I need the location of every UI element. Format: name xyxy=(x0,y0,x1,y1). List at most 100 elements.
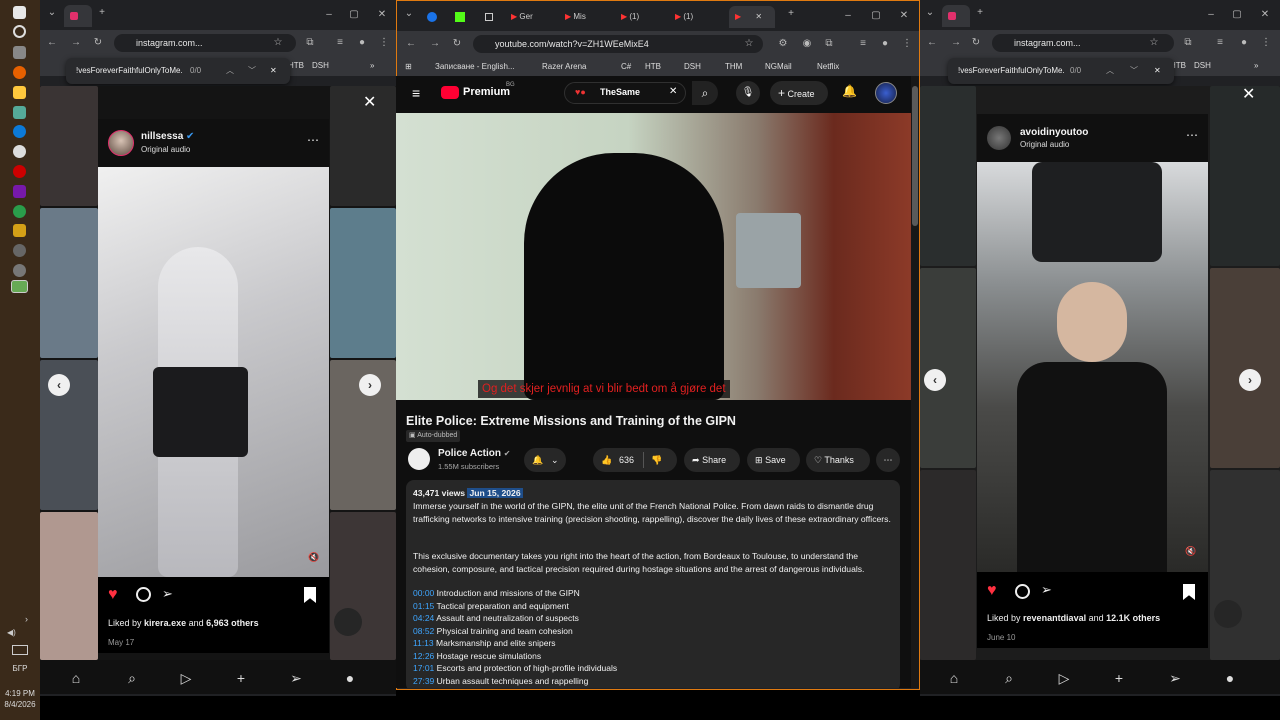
back-icon[interactable]: ← xyxy=(926,37,938,49)
reels-icon[interactable]: ▷ xyxy=(178,670,194,686)
find-close-icon[interactable]: ✕ xyxy=(1154,58,1161,84)
bookmark-item[interactable]: Razer Arena xyxy=(542,61,586,73)
back-icon[interactable]: ← xyxy=(46,37,58,49)
find-input[interactable]: !vesForeverFaithfulOnlyToMe. xyxy=(76,58,183,84)
close-window-icon[interactable]: ✕ xyxy=(375,8,389,22)
subscribed-bell-button[interactable]: 🔔 ⌄ xyxy=(524,448,566,472)
chapter-link[interactable]: 11:13 Marksmanship and elite snipers xyxy=(413,638,556,648)
bookmark-htb[interactable]: HTB xyxy=(288,60,304,72)
bookmark-icon[interactable] xyxy=(304,587,316,603)
close-window-icon[interactable]: ✕ xyxy=(897,9,911,23)
find-next-icon[interactable]: ﹀ xyxy=(1130,58,1138,84)
address-bar[interactable]: instagram.com... xyxy=(114,34,296,52)
direct-icon[interactable]: ➢ xyxy=(1167,670,1183,686)
tab-search-icon[interactable]: ⌄ xyxy=(403,8,415,20)
reload-icon[interactable]: ↻ xyxy=(970,37,982,49)
share-icon[interactable]: ➢ xyxy=(162,586,173,602)
profile-icon[interactable]: ● xyxy=(879,38,891,50)
find-prev-icon[interactable]: ︿ xyxy=(226,58,234,84)
bookmark-item[interactable]: NGMail xyxy=(765,61,792,73)
active-chrome-icon[interactable] xyxy=(11,280,28,293)
tab-ger[interactable]: ▶ Ger xyxy=(511,6,561,28)
opera-icon[interactable] xyxy=(13,165,26,178)
direct-icon[interactable]: ➢ xyxy=(288,670,304,686)
maximize-icon[interactable]: ▢ xyxy=(347,8,361,22)
new-tab-icon[interactable]: + xyxy=(974,7,986,19)
post-username[interactable]: nillsessa ✔ xyxy=(141,131,194,142)
forward-icon[interactable]: → xyxy=(70,37,82,49)
notes-icon[interactable] xyxy=(13,224,26,237)
channel-avatar[interactable] xyxy=(408,448,430,470)
chapter-link[interactable]: 08:52 Physical training and team cohesio… xyxy=(413,626,573,636)
tab-active-youtube[interactable]: ▶ ✕ xyxy=(729,6,775,28)
liked-others[interactable]: 12.1K others xyxy=(1106,613,1160,623)
search-button-icon[interactable]: ⌕ xyxy=(692,81,718,105)
bookmark-star-icon[interactable]: ☆ xyxy=(743,38,755,50)
tab-1a[interactable]: ▶ (1) xyxy=(621,6,671,28)
clock-icon[interactable] xyxy=(13,264,26,277)
chapter-time[interactable]: 12:26 xyxy=(413,651,434,661)
tab-k[interactable] xyxy=(455,6,471,28)
liked-by-user[interactable]: kirera.exe xyxy=(144,618,186,628)
scrollbar-thumb[interactable] xyxy=(912,86,918,226)
voice-search-icon[interactable]: 🎙 xyxy=(736,81,760,105)
messages-button[interactable] xyxy=(1214,600,1242,628)
messages-button[interactable] xyxy=(334,608,362,636)
chapter-link[interactable]: 27:39 Urban assault techniques and rappe… xyxy=(413,676,588,686)
like-heart-icon[interactable]: ♥ xyxy=(108,586,118,604)
like-button[interactable]: 👍 xyxy=(601,448,612,472)
settings-icon[interactable] xyxy=(13,244,26,257)
next-post-button[interactable]: › xyxy=(359,374,381,396)
apps-icon[interactable]: ⊞ xyxy=(405,61,412,73)
thanks-button[interactable]: ♡ Thanks xyxy=(806,448,870,472)
edge-icon[interactable] xyxy=(13,125,26,138)
bookmark-star-icon[interactable]: ☆ xyxy=(272,37,284,49)
close-tab-icon[interactable]: ✕ xyxy=(755,12,762,21)
notifications-icon[interactable]: 🔔 xyxy=(842,84,857,98)
more-options-icon[interactable]: ⋯ xyxy=(307,133,319,147)
save-button[interactable]: ⊞ Save xyxy=(747,448,800,472)
avatar[interactable] xyxy=(987,126,1011,150)
dislike-button[interactable]: 👎 xyxy=(651,448,662,472)
chapter-time[interactable]: 17:01 xyxy=(413,663,434,673)
keyboard-icon[interactable] xyxy=(12,645,28,655)
prev-post-button[interactable]: ‹ xyxy=(48,374,70,396)
app-icon[interactable] xyxy=(13,106,26,119)
extensions-icon[interactable]: ⧉ xyxy=(1182,37,1194,49)
chapter-link[interactable]: 00:00 Introduction and missions of the G… xyxy=(413,588,580,598)
sidebar-icon[interactable]: ≡ xyxy=(1214,37,1226,49)
bookmark-icon[interactable] xyxy=(1183,584,1195,600)
account-avatar[interactable] xyxy=(875,82,897,104)
tab-1b[interactable]: ▶ (1) xyxy=(675,6,725,28)
page-scrollbar[interactable] xyxy=(911,76,919,688)
bookmark-item[interactable]: THM xyxy=(725,61,742,73)
chapter-link[interactable]: 01:15 Tactical preparation and equipment xyxy=(413,601,569,611)
new-tab-icon[interactable]: + xyxy=(96,7,108,19)
post-audio[interactable]: Original audio xyxy=(1020,140,1069,149)
chapter-time[interactable]: 04:24 xyxy=(413,613,434,623)
clear-search-icon[interactable]: ✕ xyxy=(669,86,677,97)
bookmarks-overflow-icon[interactable]: » xyxy=(370,60,374,72)
search-icon[interactable] xyxy=(13,25,26,38)
video-player[interactable]: Og det skjer jevnlig at vi blir bedt om … xyxy=(396,113,911,400)
bookmark-item[interactable]: DSH xyxy=(684,61,701,73)
create-icon[interactable]: + xyxy=(233,670,249,686)
minimize-icon[interactable]: – xyxy=(322,8,336,22)
forward-icon[interactable]: → xyxy=(950,37,962,49)
address-bar[interactable]: instagram.com... xyxy=(992,34,1174,52)
search-nav-icon[interactable]: ⌕ xyxy=(124,670,140,686)
comment-icon[interactable] xyxy=(136,587,151,602)
onenote-icon[interactable] xyxy=(13,185,26,198)
extension-icon[interactable]: ⚙ xyxy=(777,38,789,50)
chapter-time[interactable]: 01:15 xyxy=(413,601,434,611)
profile-icon[interactable]: ● xyxy=(356,37,368,49)
like-heart-icon[interactable]: ♥ xyxy=(987,582,997,600)
bookmark-item[interactable]: HTB xyxy=(645,61,661,73)
new-tab-icon[interactable]: + xyxy=(785,8,797,20)
channel-name[interactable]: Police Action ✔ xyxy=(438,448,510,459)
reload-icon[interactable]: ↻ xyxy=(92,37,104,49)
tab-search-icon[interactable]: ⌄ xyxy=(46,7,58,19)
more-options-icon[interactable]: ⋯ xyxy=(1186,128,1198,142)
search-box[interactable]: ♥● TheSame ✕ xyxy=(564,82,686,104)
minimize-icon[interactable]: – xyxy=(1204,8,1218,22)
